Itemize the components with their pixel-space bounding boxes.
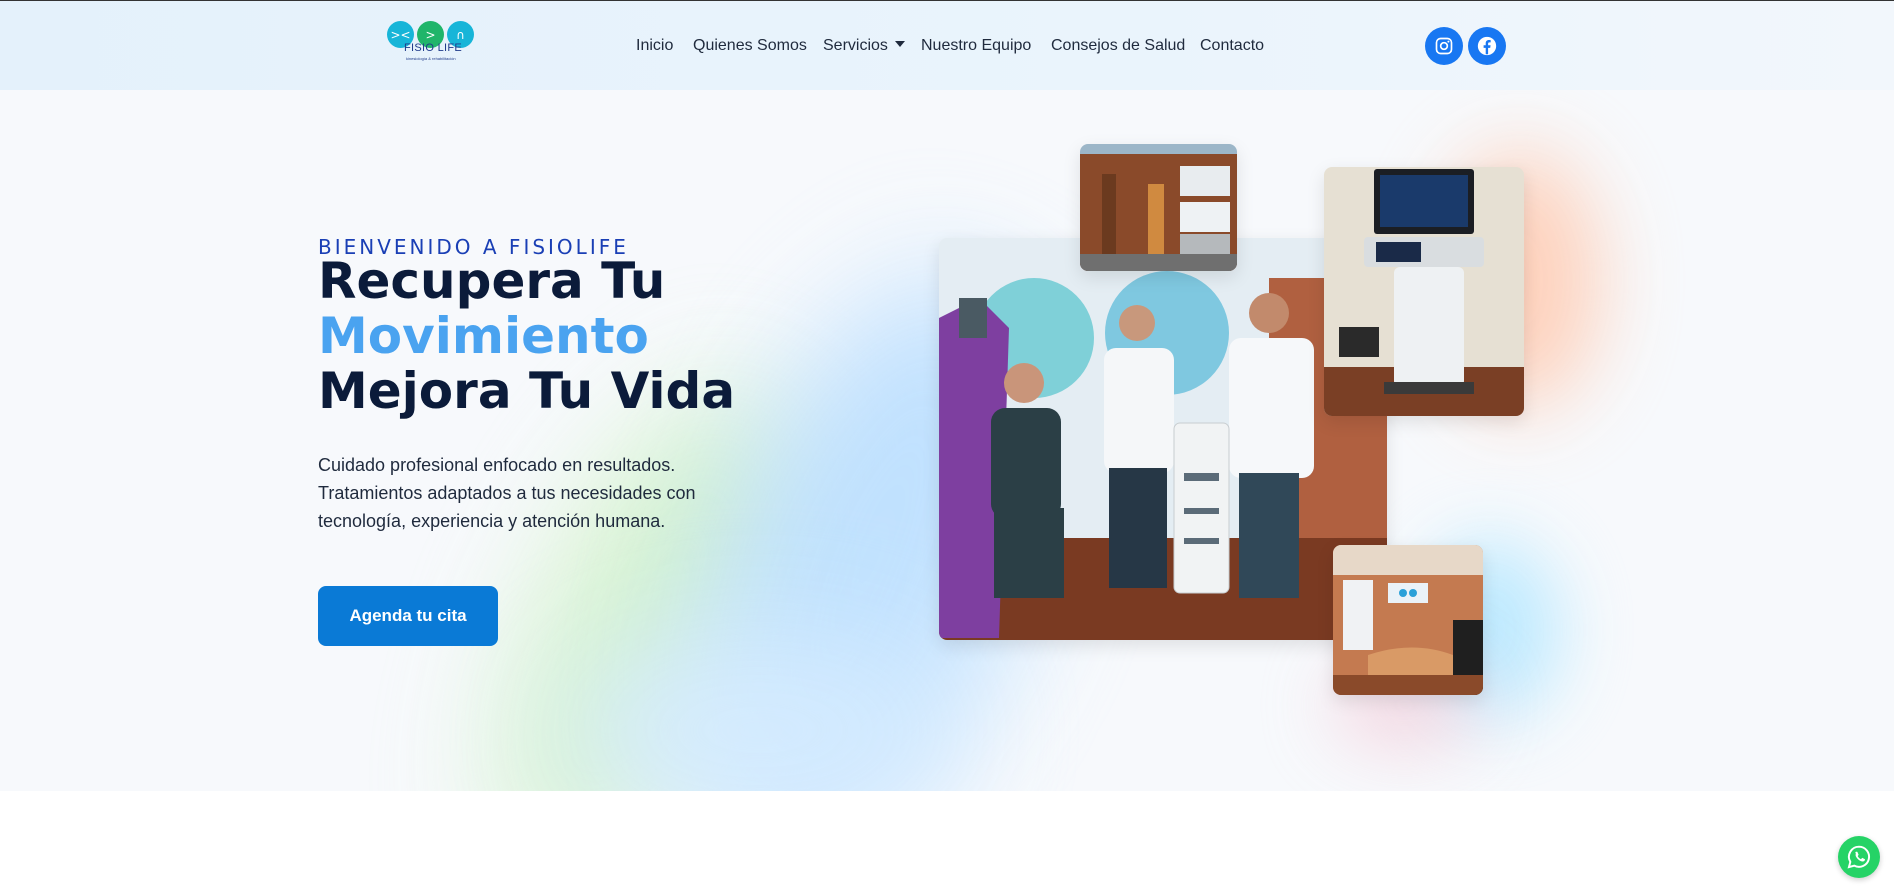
main-nav: Inicio Quienes Somos Servicios Nuestro E… [0,37,1894,59]
nav-servicios[interactable]: Servicios [823,37,905,55]
hero-section: BIENVENIDO A FISIOLIFE Recupera Tu Movim… [0,90,1894,791]
team-photo [939,238,1387,640]
whatsapp-icon [1847,845,1871,869]
nav-quienes-somos[interactable]: Quienes Somos [693,37,807,55]
hero-title-line3: Mejora Tu Vida [318,362,736,420]
whatsapp-button[interactable] [1838,836,1880,878]
ultrasound-equipment-photo [1324,167,1524,416]
hero-title: Recupera Tu Movimiento Mejora Tu Vida [318,254,735,419]
hero-title-accent: Movimiento [318,307,649,365]
nav-consejos-de-salud[interactable]: Consejos de Salud [1051,37,1185,55]
nav-servicios-label: Servicios [823,37,888,54]
reception-photo [1333,545,1483,695]
clinic-exterior-photo [1080,144,1237,271]
hero-description: Cuidado profesional enfocado en resultad… [318,455,696,531]
chevron-down-icon [894,40,905,47]
site-header: >< > ∩ FISIO LIFE kinesiología & rehabil… [0,1,1894,90]
facebook-icon [1477,36,1497,56]
book-appointment-button[interactable]: Agenda tu cita [318,586,498,646]
nav-contacto[interactable]: Contacto [1200,37,1264,55]
nav-inicio[interactable]: Inicio [636,37,673,55]
nav-nuestro-equipo[interactable]: Nuestro Equipo [921,37,1031,55]
facebook-button[interactable] [1468,27,1506,65]
hero-title-line1: Recupera Tu [318,252,666,310]
instagram-button[interactable] [1425,27,1463,65]
instagram-icon [1435,37,1453,55]
